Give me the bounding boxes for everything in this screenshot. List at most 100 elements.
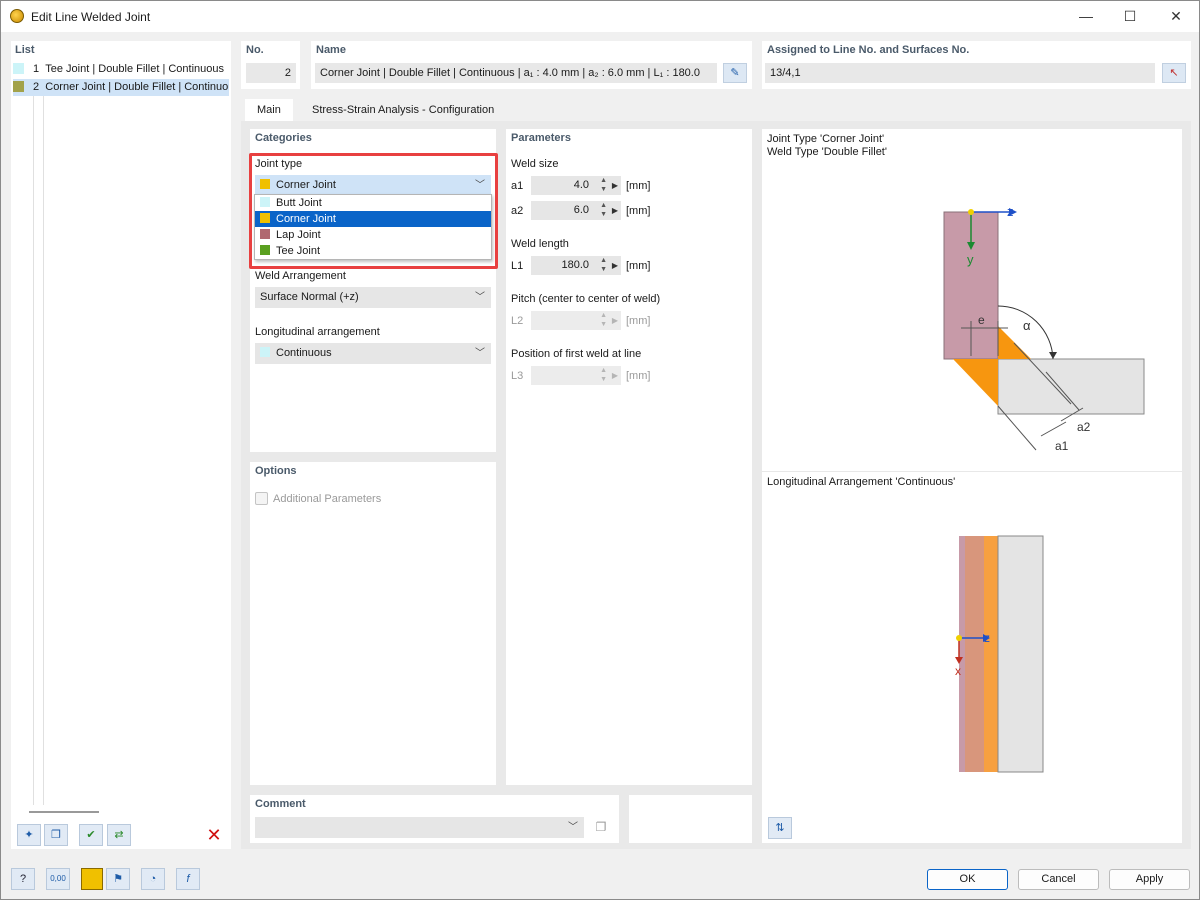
- pitch-label: Pitch (center to center of weld): [511, 293, 661, 305]
- alpha-arrow: [1049, 352, 1057, 359]
- spinner-icon[interactable]: ▲ ▼: [600, 366, 607, 384]
- swap-view-icon[interactable]: ⇅: [768, 817, 792, 839]
- l1-input[interactable]: 180.0 ▲ ▼ ▶: [531, 256, 621, 275]
- apply-button[interactable]: Apply: [1109, 869, 1190, 890]
- comment-library-icon[interactable]: ❐: [590, 817, 612, 838]
- longitudinal-label: Longitudinal arrangement: [255, 326, 380, 338]
- parameters-panel: Parameters: [506, 129, 752, 785]
- tab-stress-strain[interactable]: Stress-Strain Analysis - Configuration: [300, 99, 506, 121]
- origin-point: [956, 635, 962, 641]
- list-item-selected[interactable]: 2 Corner Joint | Double Fillet | Continu…: [13, 79, 229, 96]
- arrow-right-icon[interactable]: ▶: [612, 201, 618, 220]
- cancel-button[interactable]: Cancel: [1018, 869, 1099, 890]
- blank-panel: [629, 795, 752, 843]
- additional-parameters-label: Additional Parameters: [273, 493, 382, 505]
- spinner-icon[interactable]: ▲ ▼: [600, 176, 607, 194]
- comment-input[interactable]: ﹀: [255, 817, 584, 838]
- display-properties-icon[interactable]: ⚑: [106, 868, 130, 890]
- z-axis-label: z: [1007, 204, 1014, 219]
- weld-arrangement-select[interactable]: Surface Normal (+z) ﹀: [255, 287, 491, 308]
- a2-input[interactable]: 6.0 ▲ ▼ ▶: [531, 201, 621, 220]
- l3-label: L3: [511, 370, 524, 382]
- tab-main[interactable]: Main: [245, 99, 293, 121]
- l3-input[interactable]: ▲ ▼ ▶: [531, 366, 621, 385]
- unit-label: [mm]: [626, 315, 651, 327]
- origin-point: [968, 209, 974, 215]
- spinner-icon[interactable]: ▲ ▼: [600, 256, 607, 274]
- check-all-icon[interactable]: ✔: [79, 824, 103, 846]
- position-label: Position of first weld at line: [511, 348, 642, 360]
- a1-label: a1: [511, 180, 524, 192]
- tree-guide-line: [33, 95, 34, 805]
- list-panel: List: [11, 41, 231, 849]
- dialog-window: Edit Line Welded Joint — ☐ ✕ List 1 Tee …: [0, 0, 1200, 900]
- select-lines-icon[interactable]: ↖: [1162, 63, 1186, 83]
- comment-label: Comment: [255, 798, 306, 810]
- weld-arrangement-label: Weld Arrangement: [255, 270, 346, 282]
- arrow-right-icon[interactable]: ▶: [612, 366, 618, 385]
- z-axis-label: z: [984, 631, 990, 645]
- arrow-right-icon[interactable]: ▶: [612, 176, 618, 195]
- delete-icon[interactable]: ✕: [202, 824, 226, 846]
- window-title: Edit Line Welded Joint: [31, 10, 151, 24]
- l2-input[interactable]: ▲ ▼ ▶: [531, 311, 621, 330]
- weld-a1: [953, 359, 998, 406]
- a1-label: a1: [1055, 439, 1069, 453]
- additional-parameters-checkbox[interactable]: [255, 492, 268, 505]
- list-header: List: [15, 44, 35, 56]
- units-icon[interactable]: 0,00: [46, 868, 70, 890]
- new-item-icon[interactable]: ✦: [17, 824, 41, 846]
- formula-icon[interactable]: f: [176, 868, 200, 890]
- color-swatch: [260, 347, 270, 357]
- divider: [762, 471, 1182, 472]
- assigned-label: Assigned to Line No. and Surfaces No.: [767, 44, 970, 56]
- a2-label: a2: [511, 205, 524, 217]
- unit-label: [mm]: [626, 205, 651, 217]
- edit-name-icon[interactable]: ✎: [723, 63, 747, 83]
- weld-length-label: Weld length: [511, 238, 569, 250]
- copy-item-icon[interactable]: ❐: [44, 824, 68, 846]
- maximize-button[interactable]: ☐: [1115, 5, 1145, 27]
- app-icon: [10, 9, 24, 23]
- arrow-right-icon[interactable]: ▶: [612, 311, 618, 330]
- options-panel: Options: [250, 462, 496, 785]
- minimize-button[interactable]: —: [1071, 5, 1101, 27]
- name-field[interactable]: Corner Joint | Double Fillet | Continuou…: [315, 63, 717, 83]
- alpha-label: α: [1023, 318, 1031, 333]
- title-bar: Edit Line Welded Joint — ☐ ✕: [1, 1, 1199, 32]
- horizontal-scrollbar[interactable]: [29, 811, 99, 813]
- color-picker-icon[interactable]: [81, 868, 103, 890]
- list-item[interactable]: 1 Tee Joint | Double Fillet | Continuous: [13, 61, 229, 78]
- view-icon[interactable]: ◔: [141, 868, 165, 890]
- arrow-right-icon[interactable]: ▶: [612, 256, 618, 275]
- color-swatch: [13, 81, 24, 92]
- weld-size-label: Weld size: [511, 158, 559, 170]
- chevron-down-icon: ﹀: [568, 822, 578, 833]
- a1-input[interactable]: 4.0 ▲ ▼ ▶: [531, 176, 621, 195]
- unit-label: [mm]: [626, 260, 651, 272]
- horizontal-plate-face: [997, 535, 1044, 773]
- help-icon[interactable]: ?: [11, 868, 35, 890]
- spinner-icon[interactable]: ▲ ▼: [600, 311, 607, 329]
- parameters-header: Parameters: [511, 132, 571, 144]
- unit-label: [mm]: [626, 370, 651, 382]
- weld-strip: [984, 536, 998, 772]
- spinner-icon[interactable]: ▲ ▼: [600, 201, 607, 219]
- longitudinal-select[interactable]: Continuous ﹀: [255, 343, 491, 364]
- name-label: Name: [316, 44, 346, 56]
- diagram-title-line1: Joint Type 'Corner Joint': [767, 133, 885, 145]
- renumber-icon[interactable]: ⇄: [107, 824, 131, 846]
- chevron-down-icon: ﹀: [475, 292, 485, 303]
- a2-label: a2: [1077, 420, 1091, 434]
- l2-label: L2: [511, 315, 524, 327]
- l1-label: L1: [511, 260, 524, 272]
- tree-guide-line: [43, 95, 44, 805]
- longitudinal-diagram: z x: [955, 535, 1044, 773]
- number-field[interactable]: 2: [246, 63, 296, 83]
- ok-button[interactable]: OK: [927, 869, 1008, 890]
- close-button[interactable]: ✕: [1161, 5, 1191, 27]
- assigned-field[interactable]: 13/4,1: [765, 63, 1155, 83]
- longitudinal-diagram-title: Longitudinal Arrangement 'Continuous': [767, 476, 956, 488]
- corner-joint-diagram: z y e α a2 a1: [943, 204, 1145, 453]
- categories-header: Categories: [255, 132, 312, 144]
